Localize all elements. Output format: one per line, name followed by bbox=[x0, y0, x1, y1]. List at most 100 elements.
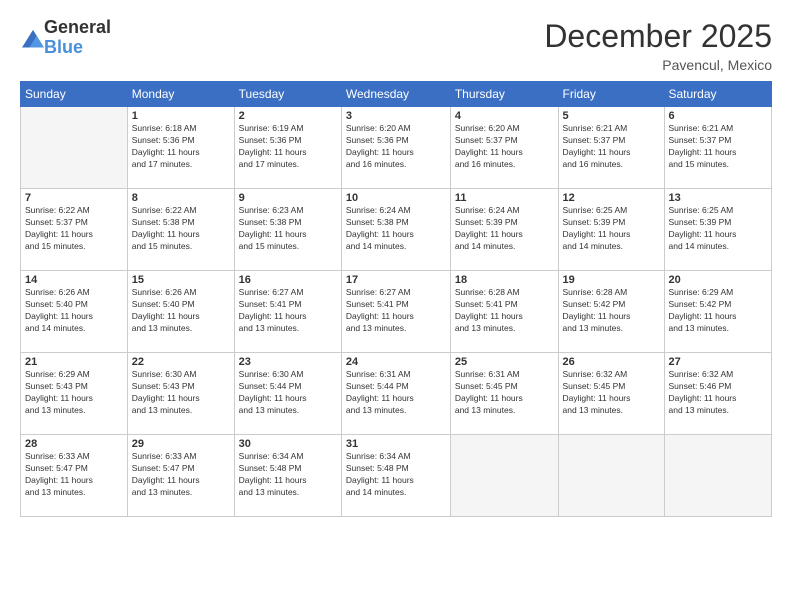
table-row: 15Sunrise: 6:26 AM Sunset: 5:40 PM Dayli… bbox=[127, 271, 234, 353]
title-block: December 2025 Pavencul, Mexico bbox=[544, 18, 772, 73]
table-row: 10Sunrise: 6:24 AM Sunset: 5:38 PM Dayli… bbox=[341, 189, 450, 271]
table-row: 17Sunrise: 6:27 AM Sunset: 5:41 PM Dayli… bbox=[341, 271, 450, 353]
day-number: 8 bbox=[132, 192, 230, 204]
day-info: Sunrise: 6:22 AM Sunset: 5:37 PM Dayligh… bbox=[25, 205, 123, 253]
day-info: Sunrise: 6:20 AM Sunset: 5:36 PM Dayligh… bbox=[346, 123, 446, 171]
table-row: 9Sunrise: 6:23 AM Sunset: 5:38 PM Daylig… bbox=[234, 189, 341, 271]
day-info: Sunrise: 6:25 AM Sunset: 5:39 PM Dayligh… bbox=[563, 205, 660, 253]
day-number: 13 bbox=[669, 192, 768, 204]
day-number: 5 bbox=[563, 110, 660, 122]
day-number: 30 bbox=[239, 438, 337, 450]
calendar-header-row: Sunday Monday Tuesday Wednesday Thursday… bbox=[21, 82, 772, 107]
day-info: Sunrise: 6:20 AM Sunset: 5:37 PM Dayligh… bbox=[455, 123, 554, 171]
day-info: Sunrise: 6:28 AM Sunset: 5:41 PM Dayligh… bbox=[455, 287, 554, 335]
day-number: 25 bbox=[455, 356, 554, 368]
day-info: Sunrise: 6:32 AM Sunset: 5:45 PM Dayligh… bbox=[563, 369, 660, 417]
day-info: Sunrise: 6:21 AM Sunset: 5:37 PM Dayligh… bbox=[563, 123, 660, 171]
day-number: 24 bbox=[346, 356, 446, 368]
day-info: Sunrise: 6:24 AM Sunset: 5:38 PM Dayligh… bbox=[346, 205, 446, 253]
day-number: 16 bbox=[239, 274, 337, 286]
day-info: Sunrise: 6:33 AM Sunset: 5:47 PM Dayligh… bbox=[25, 451, 123, 499]
table-row: 11Sunrise: 6:24 AM Sunset: 5:39 PM Dayli… bbox=[450, 189, 558, 271]
table-row: 4Sunrise: 6:20 AM Sunset: 5:37 PM Daylig… bbox=[450, 107, 558, 189]
col-monday: Monday bbox=[127, 82, 234, 107]
month-year-title: December 2025 bbox=[544, 18, 772, 55]
table-row: 7Sunrise: 6:22 AM Sunset: 5:37 PM Daylig… bbox=[21, 189, 128, 271]
logo-general: General bbox=[44, 18, 111, 38]
day-number: 3 bbox=[346, 110, 446, 122]
table-row: 14Sunrise: 6:26 AM Sunset: 5:40 PM Dayli… bbox=[21, 271, 128, 353]
table-row: 8Sunrise: 6:22 AM Sunset: 5:38 PM Daylig… bbox=[127, 189, 234, 271]
table-row: 12Sunrise: 6:25 AM Sunset: 5:39 PM Dayli… bbox=[558, 189, 664, 271]
day-number: 12 bbox=[563, 192, 660, 204]
day-info: Sunrise: 6:18 AM Sunset: 5:36 PM Dayligh… bbox=[132, 123, 230, 171]
table-row: 16Sunrise: 6:27 AM Sunset: 5:41 PM Dayli… bbox=[234, 271, 341, 353]
day-number: 26 bbox=[563, 356, 660, 368]
day-number: 29 bbox=[132, 438, 230, 450]
day-info: Sunrise: 6:33 AM Sunset: 5:47 PM Dayligh… bbox=[132, 451, 230, 499]
table-row: 3Sunrise: 6:20 AM Sunset: 5:36 PM Daylig… bbox=[341, 107, 450, 189]
calendar-week-row: 14Sunrise: 6:26 AM Sunset: 5:40 PM Dayli… bbox=[21, 271, 772, 353]
day-info: Sunrise: 6:34 AM Sunset: 5:48 PM Dayligh… bbox=[239, 451, 337, 499]
day-number: 10 bbox=[346, 192, 446, 204]
day-number: 15 bbox=[132, 274, 230, 286]
table-row: 29Sunrise: 6:33 AM Sunset: 5:47 PM Dayli… bbox=[127, 435, 234, 517]
day-number: 28 bbox=[25, 438, 123, 450]
day-number: 31 bbox=[346, 438, 446, 450]
table-row: 18Sunrise: 6:28 AM Sunset: 5:41 PM Dayli… bbox=[450, 271, 558, 353]
calendar-week-row: 28Sunrise: 6:33 AM Sunset: 5:47 PM Dayli… bbox=[21, 435, 772, 517]
table-row: 24Sunrise: 6:31 AM Sunset: 5:44 PM Dayli… bbox=[341, 353, 450, 435]
col-wednesday: Wednesday bbox=[341, 82, 450, 107]
day-info: Sunrise: 6:31 AM Sunset: 5:45 PM Dayligh… bbox=[455, 369, 554, 417]
table-row: 5Sunrise: 6:21 AM Sunset: 5:37 PM Daylig… bbox=[558, 107, 664, 189]
day-info: Sunrise: 6:27 AM Sunset: 5:41 PM Dayligh… bbox=[239, 287, 337, 335]
calendar-week-row: 7Sunrise: 6:22 AM Sunset: 5:37 PM Daylig… bbox=[21, 189, 772, 271]
day-number: 22 bbox=[132, 356, 230, 368]
logo-text: General Blue bbox=[44, 18, 111, 58]
table-row bbox=[664, 435, 772, 517]
day-info: Sunrise: 6:25 AM Sunset: 5:39 PM Dayligh… bbox=[669, 205, 768, 253]
calendar-week-row: 1Sunrise: 6:18 AM Sunset: 5:36 PM Daylig… bbox=[21, 107, 772, 189]
table-row bbox=[21, 107, 128, 189]
col-thursday: Thursday bbox=[450, 82, 558, 107]
day-number: 1 bbox=[132, 110, 230, 122]
day-number: 6 bbox=[669, 110, 768, 122]
table-row bbox=[558, 435, 664, 517]
table-row: 21Sunrise: 6:29 AM Sunset: 5:43 PM Dayli… bbox=[21, 353, 128, 435]
table-row: 22Sunrise: 6:30 AM Sunset: 5:43 PM Dayli… bbox=[127, 353, 234, 435]
table-row: 28Sunrise: 6:33 AM Sunset: 5:47 PM Dayli… bbox=[21, 435, 128, 517]
day-number: 17 bbox=[346, 274, 446, 286]
calendar-week-row: 21Sunrise: 6:29 AM Sunset: 5:43 PM Dayli… bbox=[21, 353, 772, 435]
day-info: Sunrise: 6:29 AM Sunset: 5:42 PM Dayligh… bbox=[669, 287, 768, 335]
day-info: Sunrise: 6:19 AM Sunset: 5:36 PM Dayligh… bbox=[239, 123, 337, 171]
day-number: 18 bbox=[455, 274, 554, 286]
table-row: 26Sunrise: 6:32 AM Sunset: 5:45 PM Dayli… bbox=[558, 353, 664, 435]
day-info: Sunrise: 6:26 AM Sunset: 5:40 PM Dayligh… bbox=[132, 287, 230, 335]
table-row: 2Sunrise: 6:19 AM Sunset: 5:36 PM Daylig… bbox=[234, 107, 341, 189]
day-number: 14 bbox=[25, 274, 123, 286]
day-info: Sunrise: 6:21 AM Sunset: 5:37 PM Dayligh… bbox=[669, 123, 768, 171]
day-info: Sunrise: 6:26 AM Sunset: 5:40 PM Dayligh… bbox=[25, 287, 123, 335]
table-row: 31Sunrise: 6:34 AM Sunset: 5:48 PM Dayli… bbox=[341, 435, 450, 517]
header: General Blue December 2025 Pavencul, Mex… bbox=[20, 18, 772, 73]
day-number: 20 bbox=[669, 274, 768, 286]
day-number: 9 bbox=[239, 192, 337, 204]
day-info: Sunrise: 6:30 AM Sunset: 5:43 PM Dayligh… bbox=[132, 369, 230, 417]
col-tuesday: Tuesday bbox=[234, 82, 341, 107]
day-number: 11 bbox=[455, 192, 554, 204]
day-info: Sunrise: 6:34 AM Sunset: 5:48 PM Dayligh… bbox=[346, 451, 446, 499]
table-row: 30Sunrise: 6:34 AM Sunset: 5:48 PM Dayli… bbox=[234, 435, 341, 517]
table-row bbox=[450, 435, 558, 517]
day-info: Sunrise: 6:27 AM Sunset: 5:41 PM Dayligh… bbox=[346, 287, 446, 335]
day-info: Sunrise: 6:28 AM Sunset: 5:42 PM Dayligh… bbox=[563, 287, 660, 335]
page: General Blue December 2025 Pavencul, Mex… bbox=[0, 0, 792, 612]
day-info: Sunrise: 6:23 AM Sunset: 5:38 PM Dayligh… bbox=[239, 205, 337, 253]
logo-icon bbox=[22, 27, 44, 49]
table-row: 27Sunrise: 6:32 AM Sunset: 5:46 PM Dayli… bbox=[664, 353, 772, 435]
day-info: Sunrise: 6:30 AM Sunset: 5:44 PM Dayligh… bbox=[239, 369, 337, 417]
day-info: Sunrise: 6:32 AM Sunset: 5:46 PM Dayligh… bbox=[669, 369, 768, 417]
location-title: Pavencul, Mexico bbox=[544, 57, 772, 73]
day-info: Sunrise: 6:31 AM Sunset: 5:44 PM Dayligh… bbox=[346, 369, 446, 417]
table-row: 13Sunrise: 6:25 AM Sunset: 5:39 PM Dayli… bbox=[664, 189, 772, 271]
day-info: Sunrise: 6:29 AM Sunset: 5:43 PM Dayligh… bbox=[25, 369, 123, 417]
